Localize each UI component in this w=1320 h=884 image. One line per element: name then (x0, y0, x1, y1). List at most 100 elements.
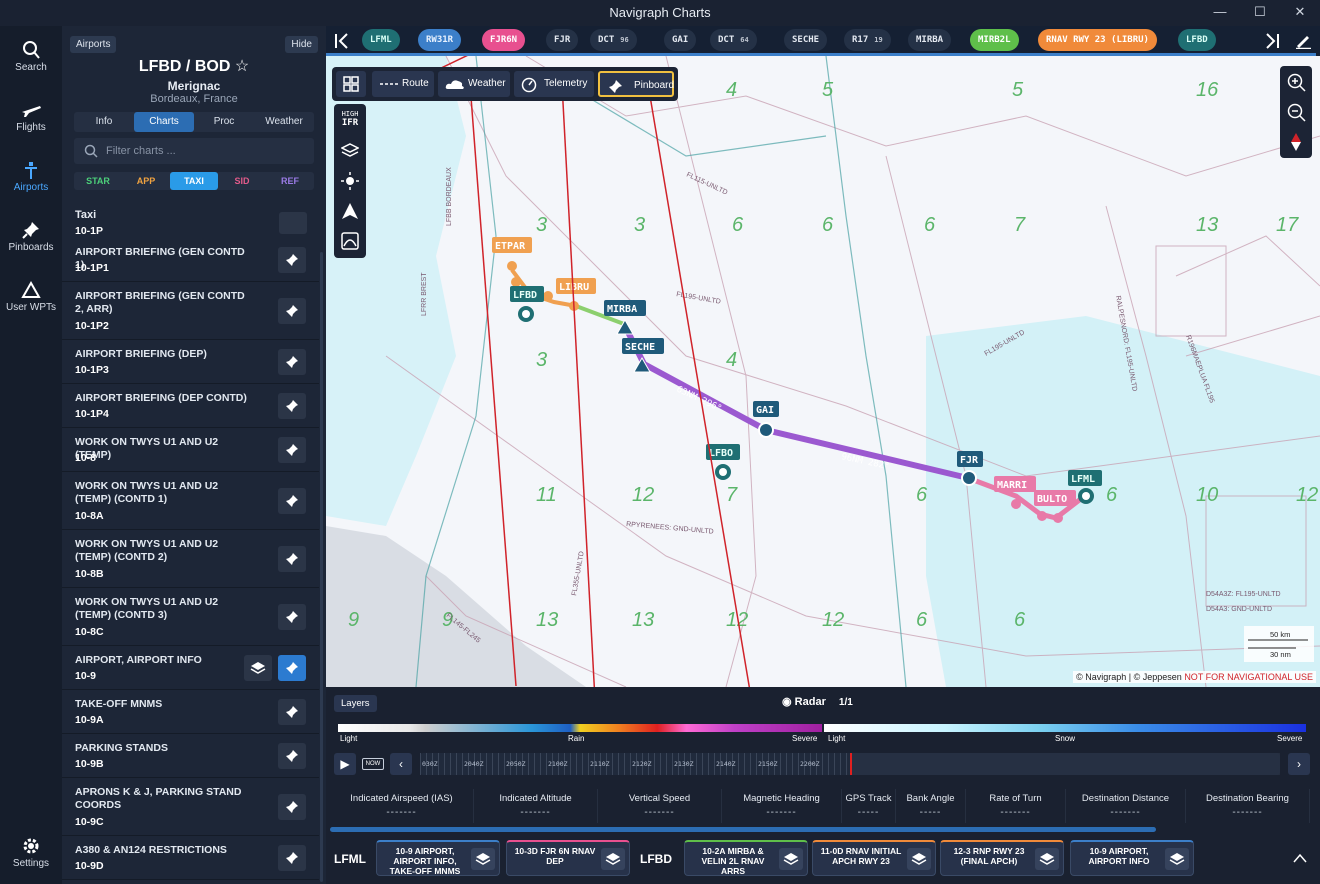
hide-button[interactable]: Hide (285, 36, 318, 53)
pinned-chart[interactable]: 10-3D FJR 6N RNAV DEP (506, 840, 630, 876)
tab-weather[interactable]: Weather (254, 112, 314, 132)
chart-list-item[interactable]: WORK ON TWYS U1 AND U2 (TEMP) (CONTD 1) 1… (62, 472, 319, 530)
zoom-out-icon[interactable] (1286, 102, 1306, 122)
chart-list-item[interactable]: WORK ON TWYS U1 AND U2 (TEMP) 10-8 (62, 428, 319, 472)
tab-proc[interactable]: Proc (194, 112, 254, 132)
pin-button[interactable] (278, 546, 306, 572)
compass-icon[interactable] (1290, 132, 1302, 152)
nav-pinboards[interactable]: Pinboards (0, 220, 62, 253)
chart-list-item[interactable]: PARKING STANDS 10-9B (62, 734, 319, 778)
route-chip[interactable]: GAI (664, 29, 697, 51)
route-chip[interactable]: FJR (546, 29, 579, 51)
route-chip[interactable]: SECHE (784, 29, 828, 51)
close-button[interactable]: ✕ (1280, 0, 1320, 26)
brightness-icon[interactable] (341, 172, 359, 190)
chart-list-item[interactable]: AIRPORT, AIRPORT INFO 10-9 (62, 646, 319, 690)
pin-button[interactable] (278, 393, 306, 419)
route-chip[interactable]: MIRBA (908, 29, 952, 51)
nav-search[interactable]: Search (0, 40, 62, 73)
stack-button[interactable] (601, 848, 625, 870)
chart-list-item[interactable]: WORK ON TWYS U1 AND U2 (TEMP) (CONTD 2) 1… (62, 530, 319, 588)
favorite-star-icon[interactable]: ☆ (235, 58, 249, 75)
now-button[interactable]: NOW (362, 758, 384, 770)
airports-tag[interactable]: Airports (70, 36, 117, 53)
pin-button[interactable] (278, 743, 306, 769)
route-chip[interactable]: RNAV RWY 23 (LIBRU) (1038, 29, 1157, 51)
category-sid[interactable]: SID (218, 172, 266, 190)
route-chip[interactable]: LFML (362, 29, 400, 51)
stack-button[interactable] (244, 655, 272, 681)
pin-button[interactable] (278, 298, 306, 324)
pinned-chart[interactable]: 11-0D RNAV INITIAL APCH RWY 23 (812, 840, 936, 876)
tab-info[interactable]: Info (74, 112, 134, 132)
route-chip[interactable]: R17 19 (844, 29, 891, 51)
chart-list-item[interactable]: AIRPORT BRIEFING (DEP) 10-1P3 (62, 340, 319, 384)
chart-list-item[interactable]: AIRPORT BRIEFING (GEN CONTD 1) 10-1P1 (62, 238, 319, 282)
category-ref[interactable]: REF (266, 172, 314, 190)
chart-list-item[interactable]: A380 & AN124 RESTRICTIONS 10-9D (62, 836, 319, 880)
zoom-in-icon[interactable] (1286, 72, 1306, 92)
arc-icon[interactable] (341, 232, 359, 250)
layers-grid-button[interactable] (336, 71, 366, 97)
nav-settings[interactable]: Settings (0, 836, 62, 869)
route-chip[interactable]: MIRB2L (970, 29, 1019, 51)
collapse-left-icon[interactable] (334, 33, 350, 49)
chart-list-item[interactable]: AIRPORT BRIEFING (GEN CONTD 2, ARR) 10-1P… (62, 282, 319, 340)
edit-pencil-icon[interactable] (1294, 33, 1312, 49)
pinned-chart[interactable]: 10-9 AIRPORT, AIRPORT INFO, TAKE-OFF MNM… (376, 840, 500, 876)
pin-button[interactable] (278, 247, 306, 273)
category-app[interactable]: APP (122, 172, 170, 190)
chart-list-item[interactable]: WORK ON TWYS U1 AND U2 (TEMP) (CONTD 3) 1… (62, 588, 319, 646)
stack-button[interactable] (779, 848, 803, 870)
stack-button[interactable] (471, 848, 495, 870)
stack-button[interactable] (907, 848, 931, 870)
pin-button[interactable] (278, 349, 306, 375)
chart-list-item[interactable]: TAKE-OFF MNMS 10-9A (62, 690, 319, 734)
nav-user-wpts[interactable]: User WPTs (0, 280, 62, 313)
pin-button[interactable] (278, 845, 306, 871)
pin-button[interactable] (278, 794, 306, 820)
pinned-chart[interactable]: 10-9 AIRPORT, AIRPORT INFO (1070, 840, 1194, 876)
filter-charts-input[interactable]: Filter charts ... (74, 138, 314, 164)
chart-list-item[interactable]: AIRPORT BRIEFING (DEP CONTD) 10-1P4 (62, 384, 319, 428)
stack-button[interactable] (1165, 848, 1189, 870)
nav-flights[interactable]: Flights (0, 100, 62, 133)
pin-button[interactable] (278, 604, 306, 630)
pinboard-toggle[interactable]: Pinboard (598, 71, 674, 97)
route-chip[interactable]: RW31R (418, 29, 462, 51)
stack-button[interactable] (1035, 848, 1059, 870)
enroute-map[interactable]: 4 5 5 16 3 3 6 6 6 7 13 17 34 11 12 7 6 6 10 12 9 9 13 13 12… (326, 56, 1320, 687)
route-chip[interactable]: DCT 96 (590, 29, 637, 51)
route-chip[interactable]: FJR6N (482, 29, 526, 51)
category-star[interactable]: STAR (74, 172, 122, 190)
chart-list-scrollbar[interactable] (320, 252, 323, 882)
chart-list-item[interactable]: APRONS K & J, PARKING STAND COORDS 10-9C (62, 778, 319, 836)
nav-airports[interactable]: Airports (0, 160, 62, 193)
minimize-button[interactable]: — (1200, 0, 1240, 26)
tab-charts[interactable]: Charts (134, 112, 194, 132)
weather-toggle[interactable]: Weather (438, 71, 510, 97)
route-toggle[interactable]: Route (372, 71, 434, 97)
telemetry-scrollbar[interactable] (330, 827, 1156, 832)
timeline-track[interactable]: 030Z 2040Z 2050Z 2100Z 2110Z 2120Z 2130Z 2140Z 2… (420, 753, 1280, 775)
category-taxi[interactable]: TAXI (170, 172, 218, 190)
maximize-button[interactable]: ☐ (1240, 0, 1280, 26)
chevron-up-icon[interactable] (1292, 852, 1308, 864)
pin-button[interactable] (278, 488, 306, 514)
layers-icon[interactable] (341, 142, 359, 160)
pinned-chart[interactable]: 10-2A MIRBA & VELIN 2L RNAV ARRS (684, 840, 808, 876)
telemetry-toggle[interactable]: Telemetry (514, 71, 594, 97)
high-ifr-toggle[interactable]: HIGH IFR (334, 110, 366, 128)
pin-button[interactable] (278, 699, 306, 725)
next-frame-button[interactable]: › (1288, 753, 1310, 775)
expand-right-icon[interactable] (1264, 33, 1280, 49)
pinned-chart[interactable]: 12-3 RNP RWY 23 (FINAL APCH) (940, 840, 1064, 876)
previous-frame-button[interactable]: ‹ (390, 753, 412, 775)
play-button[interactable]: ▶ (334, 753, 356, 775)
route-chip[interactable]: LFBD (1178, 29, 1216, 51)
pin-button[interactable] (278, 655, 306, 681)
north-up-icon[interactable] (341, 202, 359, 220)
layers-button[interactable]: Layers (334, 695, 377, 712)
pin-button[interactable] (278, 437, 306, 463)
route-chip[interactable]: DCT 64 (710, 29, 757, 51)
